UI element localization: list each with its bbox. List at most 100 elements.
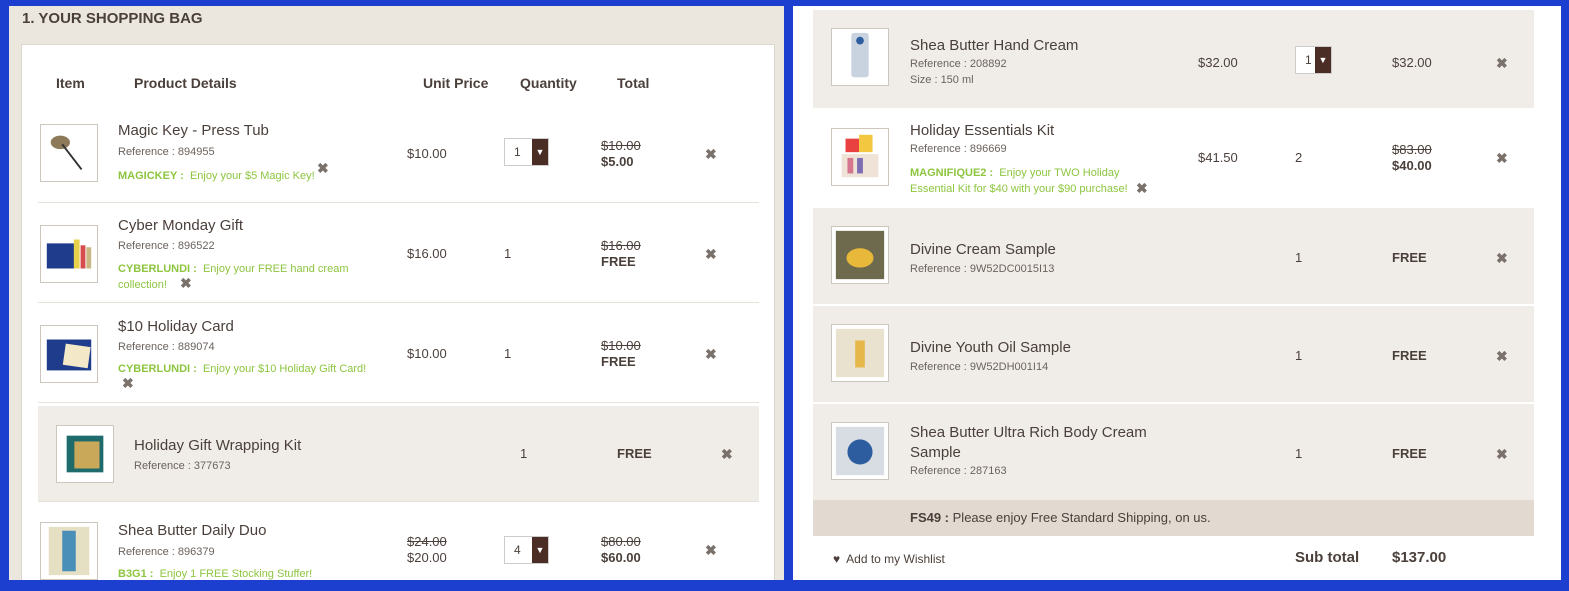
product-reference: Reference : 9W52DC0015I13 [910, 263, 1055, 275]
product-size: Size : 150 ml [910, 74, 974, 86]
product-reference: Reference : 9W52DH001I14 [910, 361, 1049, 373]
quantity-value: 1 [1295, 446, 1303, 461]
shipping-text: Please enjoy Free Standard Shipping, on … [952, 510, 1211, 525]
close-icon[interactable]: ✖ [122, 375, 134, 392]
close-icon[interactable]: ✖ [180, 275, 192, 292]
product-name[interactable]: Cyber Monday Gift [118, 217, 243, 234]
close-icon[interactable]: ✖ [1136, 180, 1148, 197]
product-name[interactable]: Holiday Gift Wrapping Kit [134, 437, 301, 454]
subtotal-value: $137.00 [1392, 549, 1447, 566]
shipping-promo-banner: FS49 : Please enjoy Free Standard Shippi… [813, 500, 1534, 536]
quantity-select[interactable]: 1 ▼ [504, 138, 549, 166]
close-icon[interactable]: ✖ [1496, 348, 1508, 365]
product-image[interactable] [40, 124, 98, 182]
close-icon[interactable]: ✖ [1496, 446, 1508, 463]
line-total: FREE [1392, 250, 1427, 265]
subtotal-label: Sub total [1295, 549, 1360, 566]
unit-price: $41.50 [1198, 150, 1238, 165]
unit-price-discounted: $20.00 [407, 550, 447, 565]
table-row: Magic Key - Press Tub Reference : 894955… [38, 107, 759, 203]
close-icon[interactable]: ✖ [705, 542, 717, 559]
quantity-select[interactable]: 1 ▼ [1295, 46, 1332, 74]
close-icon[interactable]: ✖ [317, 160, 329, 177]
product-reference: Reference : 208892 [910, 58, 1007, 70]
product-image[interactable] [831, 324, 889, 382]
table-row: Shea Butter Hand Cream Reference : 20889… [813, 10, 1534, 106]
total-discounted: $60.00 [601, 550, 641, 565]
table-row: Divine Youth Oil Sample Reference : 9W52… [813, 306, 1534, 402]
product-image[interactable] [831, 128, 889, 186]
table-row: Holiday Gift Wrapping Kit Reference : 37… [38, 406, 759, 502]
header-item: Item [56, 75, 85, 91]
quantity-value: 2 [1295, 150, 1303, 165]
close-icon[interactable]: ✖ [1496, 250, 1508, 267]
unit-price-original: $24.00 [407, 534, 447, 549]
product-image[interactable] [40, 325, 98, 383]
close-icon[interactable]: ✖ [1496, 55, 1508, 72]
total-discounted: $40.00 [1392, 158, 1432, 173]
total-original: $83.00 [1392, 142, 1432, 157]
quantity-value: 1 [1295, 348, 1303, 363]
line-total: $32.00 [1392, 55, 1432, 70]
unit-price: $10.00 [407, 346, 447, 361]
header-total: Total [617, 75, 650, 91]
total-original: $16.00 [601, 238, 641, 253]
product-name[interactable]: Shea Butter Ultra Rich Body Cream Sample [910, 423, 1190, 463]
product-name[interactable]: Holiday Essentials Kit [910, 122, 1054, 139]
quantity-select[interactable]: 4 ▼ [504, 536, 549, 564]
close-icon[interactable]: ✖ [1496, 150, 1508, 167]
total-original: $10.00 [601, 138, 641, 153]
promo-message: CYBERLUNDI : Enjoy your FREE hand cream … [118, 263, 349, 291]
product-reference: Reference : 896522 [118, 240, 215, 252]
table-row: Divine Cream Sample Reference : 9W52DC00… [813, 208, 1534, 304]
chevron-down-icon[interactable]: ▼ [1315, 47, 1331, 73]
chevron-down-icon[interactable]: ▼ [532, 139, 548, 165]
table-row: Holiday Essentials Kit Reference : 89666… [813, 106, 1534, 206]
total-discounted: FREE [617, 446, 652, 461]
promo-message: CYBERLUNDI : Enjoy your $10 Holiday Gift… [118, 363, 367, 375]
section-title: 1. YOUR SHOPPING BAG [22, 10, 203, 27]
shipping-code: FS49 : [910, 510, 950, 525]
product-name[interactable]: Shea Butter Hand Cream [910, 37, 1078, 54]
wishlist-label: Add to my Wishlist [846, 552, 945, 566]
product-image[interactable] [831, 422, 889, 480]
table-row: Cyber Monday Gift Reference : 896522 CYB… [38, 203, 759, 303]
unit-price: $10.00 [407, 146, 447, 161]
promo-message: MAGICKEY : Enjoy your $5 Magic Key! [118, 170, 315, 182]
unit-price: $32.00 [1198, 55, 1238, 70]
product-reference: Reference : 889074 [118, 341, 215, 353]
product-reference: Reference : 896379 [118, 546, 215, 558]
close-icon[interactable]: ✖ [705, 146, 717, 163]
quantity-value: 1 [504, 346, 512, 361]
total-original: $80.00 [601, 534, 641, 549]
close-icon[interactable]: ✖ [705, 346, 717, 363]
header-unit-price: Unit Price [423, 75, 489, 91]
product-name[interactable]: Magic Key - Press Tub [118, 122, 269, 139]
product-image[interactable] [831, 28, 889, 86]
product-image[interactable] [40, 522, 98, 580]
quantity-value: 1 [1295, 250, 1303, 265]
total-discounted: FREE [601, 354, 636, 369]
bag-table: Item Product Details Unit Price Quantity… [21, 44, 775, 580]
product-reference: Reference : 894955 [118, 146, 215, 158]
close-icon[interactable]: ✖ [721, 446, 733, 463]
product-image[interactable] [831, 226, 889, 284]
shopping-bag-panel: 1. YOUR SHOPPING BAG Item Product Detail… [9, 6, 784, 580]
product-name[interactable]: Divine Youth Oil Sample [910, 339, 1071, 356]
promo-message: B3G1 : Enjoy 1 FREE Stocking Stuffer! [118, 568, 313, 580]
product-reference: Reference : 896669 [910, 143, 1007, 155]
product-name[interactable]: Shea Butter Daily Duo [118, 522, 266, 539]
product-name[interactable]: Divine Cream Sample [910, 241, 1056, 258]
unit-price: $16.00 [407, 246, 447, 261]
heart-icon: ♥ [833, 552, 841, 566]
close-icon[interactable]: ✖ [705, 246, 717, 263]
product-image[interactable] [56, 425, 114, 483]
line-total: FREE [1392, 348, 1427, 363]
add-to-wishlist-link[interactable]: ♥ Add to my Wishlist [833, 552, 945, 566]
product-image[interactable] [40, 225, 98, 283]
chevron-down-icon[interactable]: ▼ [532, 537, 548, 563]
product-name[interactable]: $10 Holiday Card [118, 318, 234, 335]
line-total: FREE [1392, 446, 1427, 461]
table-row: Shea Butter Ultra Rich Body Cream Sample… [813, 404, 1534, 500]
promo-message: MAGNIFIQUE2 : Enjoy your TWO Holiday Ess… [910, 167, 1128, 195]
